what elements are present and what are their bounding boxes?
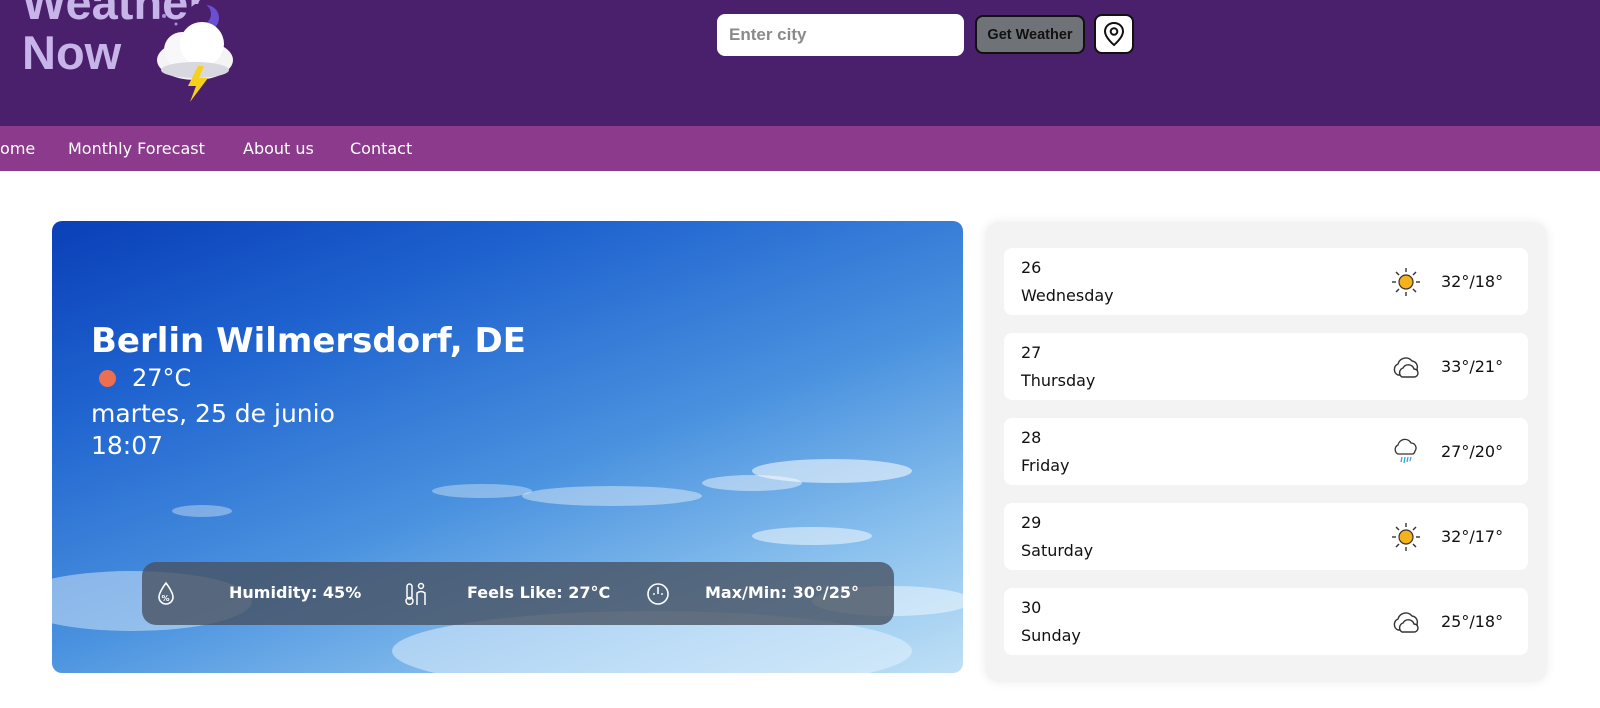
forecast-day-row[interactable]: 27 Thursday 33°/21° <box>1004 333 1528 400</box>
forecast-day-row[interactable]: 30 Sunday 25°/18° <box>1004 588 1528 655</box>
forecast-temp-range: 33°/21° <box>1441 357 1504 376</box>
forecast-day-number: 26 <box>1021 258 1042 277</box>
humidity-icon: % <box>158 581 174 605</box>
forecast-day-name: Wednesday <box>1021 286 1114 305</box>
location-button[interactable] <box>1094 14 1134 54</box>
sun-dot-icon <box>99 369 116 387</box>
header: Weather Now Get Weather <box>0 0 1600 126</box>
map-pin-icon <box>1103 21 1125 47</box>
rain-cloud-icon <box>1394 438 1417 464</box>
current-time: 18:07 <box>91 431 164 460</box>
cloud-icon <box>1393 612 1419 633</box>
current-temperature: 27°C <box>132 364 192 392</box>
main-nav: Home Monthly Forecast About us Contact <box>0 126 1600 171</box>
forecast-day-name: Saturday <box>1021 541 1094 560</box>
get-weather-button[interactable]: Get Weather <box>975 15 1085 54</box>
forecast-day-number: 28 <box>1021 428 1042 447</box>
forecast-day-name: Thursday <box>1021 371 1096 390</box>
current-date: martes, 25 de junio <box>91 399 335 428</box>
cloud-icon <box>1393 357 1419 378</box>
gauge-icon <box>647 583 669 605</box>
forecast-day-number: 29 <box>1021 513 1042 532</box>
nav-home[interactable]: Home <box>0 139 35 158</box>
feels-like-icon <box>405 582 426 606</box>
forecast-temp-range: 32°/17° <box>1441 527 1504 546</box>
forecast-temp-range: 25°/18° <box>1441 612 1504 631</box>
forecast-temp-range: 32°/18° <box>1441 272 1504 291</box>
humidity-label: Humidity: 45% <box>229 583 362 602</box>
current-weather-card: Berlin Wilmersdorf, DE 27°C martes, 25 d… <box>52 221 963 673</box>
logo[interactable]: Weather Now <box>22 0 242 108</box>
forecast-day-number: 27 <box>1021 343 1042 362</box>
current-temperature-row: 27°C <box>99 364 191 392</box>
forecast-day-row[interactable]: 29 Saturday 32°/17° <box>1004 503 1528 570</box>
storm-cloud-icon <box>157 4 233 102</box>
forecast-day-name: Friday <box>1021 456 1070 475</box>
sun-icon <box>1392 268 1420 296</box>
max-min-label: Max/Min: 30°/25° <box>705 583 860 602</box>
forecast-day-row[interactable]: 28 Friday 27°/20° <box>1004 418 1528 485</box>
svg-text:%: % <box>162 594 170 603</box>
nav-monthly-forecast[interactable]: Monthly Forecast <box>68 139 205 158</box>
forecast-day-name: Sunday <box>1021 626 1081 645</box>
feels-like-label: Feels Like: 27°C <box>467 583 611 602</box>
sun-icon <box>1392 523 1420 551</box>
weather-stats-bar: % Humidity: 45% Feels Like: 27°C Max/Min… <box>142 562 894 625</box>
nav-contact[interactable]: Contact <box>350 139 412 158</box>
city-name: Berlin Wilmersdorf, DE <box>91 321 526 361</box>
city-search-input[interactable] <box>717 14 964 56</box>
forecast-day-number: 30 <box>1021 598 1042 617</box>
nav-about-us[interactable]: About us <box>243 139 314 158</box>
forecast-temp-range: 27°/20° <box>1441 442 1504 461</box>
forecast-day-row[interactable]: 26 Wednesday 32°/18° <box>1004 248 1528 315</box>
forecast-panel: 26 Wednesday 32°/18° 27 Thursday 33°/21°… <box>985 222 1547 682</box>
